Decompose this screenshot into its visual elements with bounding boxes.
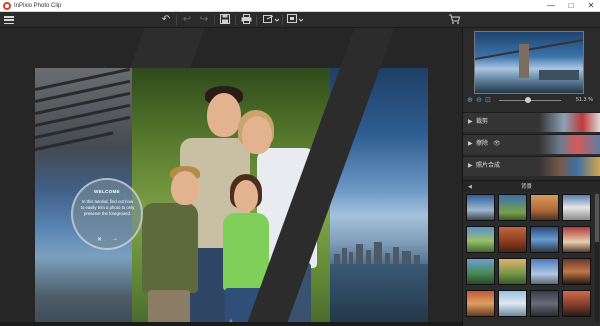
maximize-button[interactable]: □ <box>564 0 578 12</box>
section-crop[interactable]: ▶ 裁剪 <box>463 112 600 132</box>
erase-thumbnail <box>539 135 600 154</box>
minimize-button[interactable]: — <box>544 0 558 12</box>
zoom-value: 51.3 % <box>575 97 593 103</box>
background-thumb[interactable] <box>530 258 559 285</box>
background-thumb[interactable] <box>562 194 591 221</box>
zoom-slider-handle[interactable] <box>525 97 531 103</box>
chevron-right-icon: ▶ <box>468 141 473 147</box>
background-thumb[interactable] <box>498 290 527 317</box>
background-thumb[interactable] <box>530 290 559 317</box>
welcome-tutorial-bubble: WELCOME In this tutorial, find out how t… <box>71 178 143 250</box>
crop-thumbnail <box>539 113 600 132</box>
background-thumb[interactable] <box>562 290 591 317</box>
background-thumbnail-grid <box>466 194 594 322</box>
redo-icon[interactable]: ↪ <box>198 14 210 26</box>
eye-icon[interactable]: 👁 <box>493 140 501 148</box>
arrow-right-icon[interactable]: → <box>112 236 118 242</box>
window-title: InPixio Photo Clip <box>14 3 62 9</box>
background-thumb[interactable] <box>530 226 559 253</box>
background-thumb[interactable] <box>562 226 591 253</box>
zoom-in-icon[interactable]: ⊕ <box>467 96 473 105</box>
chevron-right-icon: ▶ <box>468 119 473 125</box>
backgrounds-label: 背景 <box>521 184 533 190</box>
water <box>330 264 428 322</box>
right-panel: ⊕ ⊖ ⊡ 51.3 % ▶ 裁剪 ▶ 擦除 👁 ▶ 照片合成 ◀ 背景 <box>462 28 600 326</box>
navigator-preview[interactable] <box>474 31 584 94</box>
backgrounds-header[interactable]: ◀ 背景 <box>463 180 600 192</box>
background-thumb[interactable] <box>498 194 527 221</box>
close-button[interactable]: ✕ <box>584 0 598 12</box>
background-thumb[interactable] <box>466 290 495 317</box>
section-montage-label: 照片合成 <box>476 163 501 169</box>
section-photo-montage[interactable]: ▶ 照片合成 <box>463 156 600 176</box>
chevron-down-icon: ◀ <box>468 184 472 190</box>
chevron-right-icon: ▶ <box>468 163 473 169</box>
background-thumb[interactable] <box>562 258 591 285</box>
menu-icon[interactable] <box>4 16 14 25</box>
background-thumb[interactable] <box>530 194 559 221</box>
title-bar: InPixio Photo Clip — □ ✕ <box>0 0 600 12</box>
chevron-up-icon[interactable]: ▲ <box>226 318 236 324</box>
undo-icon[interactable]: ↩ <box>181 14 193 26</box>
background-thumb[interactable] <box>466 194 495 221</box>
print-icon[interactable] <box>240 14 252 26</box>
section-erase[interactable]: ▶ 擦除 👁 <box>463 134 600 154</box>
app-window: InPixio Photo Clip — □ ✕ ↶ ↩ ↪ WELCOME I… <box>0 0 600 326</box>
section-erase-label: 擦除 <box>476 141 489 147</box>
welcome-text: In this tutorial, find out how to easily… <box>80 199 135 216</box>
skyline <box>330 240 428 264</box>
welcome-title: WELCOME <box>93 189 121 194</box>
zoom-out-icon[interactable]: ⊖ <box>476 96 482 105</box>
background-scrollbar[interactable] <box>595 194 599 322</box>
export-icon[interactable] <box>263 14 280 26</box>
save-icon[interactable] <box>219 14 231 26</box>
app-logo-icon <box>3 2 11 10</box>
fit-screen-icon[interactable]: ⊡ <box>485 96 491 105</box>
background-thumb[interactable] <box>498 258 527 285</box>
resize-icon[interactable] <box>287 14 304 26</box>
cart-icon[interactable] <box>448 14 460 26</box>
undo-all-icon[interactable]: ↶ <box>160 14 172 26</box>
zoom-bar: ⊕ ⊖ ⊡ 51.3 % <box>463 95 600 106</box>
section-crop-label: 裁剪 <box>476 119 489 125</box>
montage-thumbnail <box>539 157 600 176</box>
background-thumb[interactable] <box>466 258 495 285</box>
toolbar: ↶ ↩ ↪ <box>0 12 600 28</box>
canvas-area: WELCOME In this tutorial, find out how t… <box>0 28 462 322</box>
close-icon[interactable]: ✕ <box>97 236 102 243</box>
background-thumb[interactable] <box>466 226 495 253</box>
scrollbar-thumb[interactable] <box>595 194 599 242</box>
background-thumb[interactable] <box>498 226 527 253</box>
